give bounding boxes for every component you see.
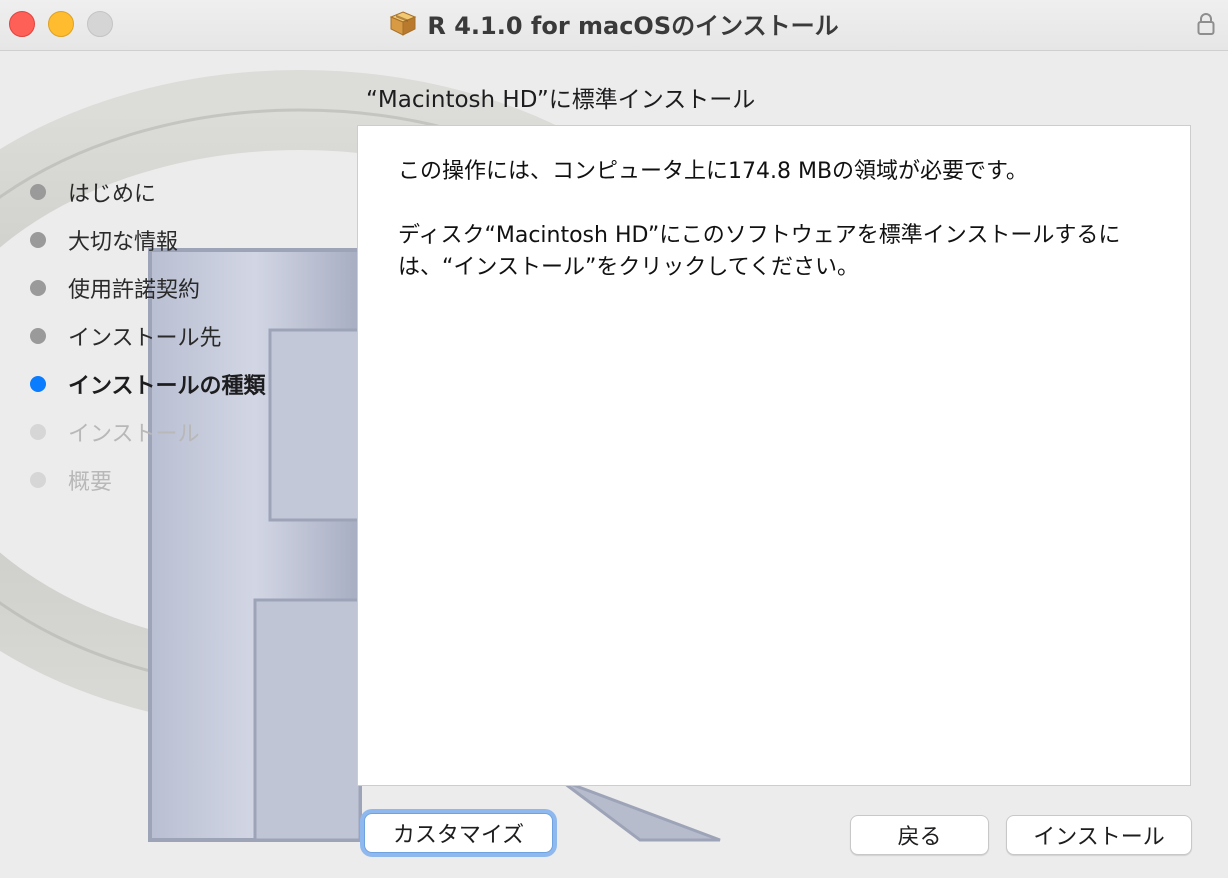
title-bar: R 4.1.0 for macOSのインストール xyxy=(0,0,1228,51)
step-installation-type: インストールの種類 xyxy=(30,360,266,408)
step-label: 概要 xyxy=(68,470,113,495)
space-required-text: この操作には、コンピュータ上に174.8 MBの領域が必要です。 xyxy=(398,159,1028,184)
step-installation: インストール xyxy=(30,408,266,456)
step-destination: インストール先 xyxy=(30,312,266,360)
step-status-dot xyxy=(30,376,46,392)
content-panel: この操作には、コンピュータ上に174.8 MBの領域が必要です。 ディスク“Ma… xyxy=(357,125,1191,786)
step-license: 使用許諾契約 xyxy=(30,264,266,312)
step-status-dot xyxy=(30,232,46,248)
back-button[interactable]: 戻る xyxy=(850,815,989,855)
lock-icon xyxy=(1197,13,1215,35)
install-button[interactable]: インストール xyxy=(1006,815,1192,855)
step-status-dot xyxy=(30,184,46,200)
customize-button[interactable]: カスタマイズ xyxy=(364,813,553,853)
step-label: インストール xyxy=(68,422,200,447)
window-title-group: R 4.1.0 for macOSのインストール xyxy=(0,0,1228,46)
page-title: “Macintosh HD”に標準インストール xyxy=(366,87,756,113)
window-title: R 4.1.0 for macOSのインストール xyxy=(427,11,839,40)
step-status-dot xyxy=(30,472,46,488)
step-status-dot xyxy=(30,424,46,440)
step-label: インストールの種類 xyxy=(68,374,266,399)
step-summary: 概要 xyxy=(30,456,266,504)
step-introduction: はじめに xyxy=(30,168,266,216)
package-icon xyxy=(390,11,417,36)
step-status-dot xyxy=(30,280,46,296)
step-read-me: 大切な情報 xyxy=(30,216,266,264)
step-label: インストール先 xyxy=(68,326,222,351)
step-label: 大切な情報 xyxy=(68,230,179,255)
step-label: 使用許諾契約 xyxy=(68,278,201,303)
installer-steps: はじめに 大切な情報 使用許諾契約 インストール先 インストールの種類 インスト… xyxy=(30,168,266,504)
step-label: はじめに xyxy=(68,182,157,207)
step-status-dot xyxy=(30,328,46,344)
install-instructions-text: ディスク“Macintosh HD”にこのソフトウェアを標準インストールするには… xyxy=(398,223,1121,280)
